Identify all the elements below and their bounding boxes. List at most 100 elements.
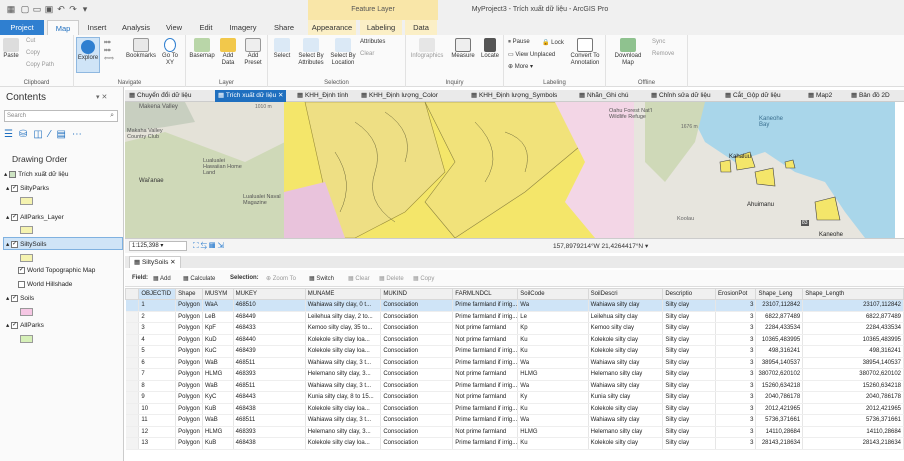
table-cell[interactable]: Consociation [380, 299, 454, 312]
table-cell[interactable]: Silty clay [662, 380, 716, 392]
table-row[interactable]: 9 Polygon KyC 468443 Kunia silty clay, 8 to … [125, 391, 904, 404]
table-cell[interactable]: 11 [138, 414, 177, 427]
contents-search-field[interactable]: Search ⌕ [4, 110, 118, 122]
table-cell[interactable]: 38954,140537 [802, 357, 904, 369]
table-cell[interactable]: 13 [138, 437, 177, 450]
open-icon[interactable]: ▭ [32, 4, 42, 14]
table-cell[interactable]: Consociation [380, 311, 454, 323]
table-cell[interactable]: Polygon [175, 345, 203, 358]
column-header[interactable]: MUSYM [201, 288, 234, 300]
table-cell[interactable]: Consociation [380, 403, 454, 415]
table-cell[interactable]: Polygon [175, 357, 203, 369]
table-cell[interactable]: 1 [138, 299, 177, 312]
table-row[interactable]: 10 Polygon KuB 468438 Kolekole silty clay lo… [125, 403, 904, 415]
zoom-tools-icon[interactable]: ⌗⌗ ⌗⌗ ⇦⇨ [104, 39, 122, 63]
table-cell[interactable]: 28143,218634 [755, 437, 804, 450]
tab-appearance[interactable]: Appearance [308, 20, 356, 35]
table-cell[interactable]: Ku [517, 403, 589, 415]
table-cell[interactable]: Not prime farmland [452, 322, 519, 335]
table-cell[interactable]: 3 [715, 334, 757, 346]
copy-button[interactable]: Copy [26, 50, 40, 56]
table-cell[interactable]: 3 [715, 357, 757, 369]
layer-checkbox[interactable]: ✓ [11, 240, 19, 248]
table-cell[interactable]: KuC [202, 345, 234, 358]
add-field-button[interactable]: ▦ Add [153, 275, 171, 282]
table-cell[interactable]: 2040,786178 [802, 391, 904, 404]
scale-field[interactable]: 1:125,398 ▾ [129, 241, 187, 251]
table-cell[interactable]: Helemano silty clay [588, 368, 664, 381]
table-cell[interactable]: 15260,634218 [755, 380, 804, 392]
table-cell[interactable]: 6 [138, 357, 177, 369]
table-cell[interactable]: Polygon [175, 380, 203, 392]
row-selector[interactable] [125, 334, 140, 346]
table-cell[interactable]: 2012,421965 [802, 403, 904, 415]
table-cell[interactable]: Silty clay [662, 334, 716, 346]
table-cell[interactable]: 14110,28684 [755, 426, 804, 438]
table-cell[interactable]: HLMG [517, 368, 589, 381]
row-selector[interactable] [125, 368, 140, 381]
table-cell[interactable]: Polygon [175, 299, 203, 312]
table-cell[interactable]: Wahiawa silty clay [588, 299, 664, 312]
table-cell[interactable]: Wahiawa silty clay [588, 380, 664, 392]
add-data-button[interactable]: Add Data [217, 38, 239, 67]
table-cell[interactable]: KpF [202, 322, 234, 335]
table-cell[interactable]: 3 [715, 311, 757, 323]
paste-button[interactable]: Paste [2, 38, 20, 60]
table-cell[interactable]: 2012,421965 [755, 403, 804, 415]
table-cell[interactable]: 468440 [233, 334, 306, 346]
layer-checkbox[interactable]: ✓ [11, 184, 19, 192]
table-cell[interactable]: Prime farmland if irrig... [452, 414, 519, 427]
layer-siltysoils[interactable]: ▴ ✓ SiltySoils [6, 240, 46, 248]
zoom-to-button[interactable]: ⊕ Zoom To [266, 275, 296, 282]
table-cell[interactable]: Consociation [380, 426, 454, 438]
table-cell[interactable]: 468449 [233, 311, 306, 323]
table-cell[interactable]: 2040,786178 [755, 391, 804, 404]
table-row[interactable]: 5 Polygon KuC 468439 Kolekole silty clay loa… [125, 345, 904, 358]
map-view[interactable]: Makena Valley Makaha Valley Country Club… [125, 102, 904, 238]
calculate-field-button[interactable]: ▦ Calculate [183, 275, 215, 282]
bookmarks-button[interactable]: Bookmarks [126, 38, 156, 60]
table-cell[interactable]: Polygon [175, 414, 203, 427]
column-header[interactable]: FARMLNDCL [452, 288, 519, 300]
table-cell[interactable]: 6822,877489 [802, 311, 904, 323]
table-cell[interactable]: Not prime farmland [452, 426, 519, 438]
map-tab[interactable]: ▦ Chỉnh sửa dữ liệu [651, 90, 711, 102]
table-cell[interactable]: 468438 [233, 437, 306, 450]
pane-options-icon[interactable]: ▾ ✕ [96, 93, 107, 101]
tab-project[interactable]: Project [0, 20, 44, 35]
customize-icon[interactable]: ▾ [80, 4, 90, 14]
table-cell[interactable]: 23107,112842 [802, 299, 904, 312]
select-by-attributes-button[interactable]: Select By Attributes [295, 38, 327, 67]
table-cell[interactable]: Ky [517, 391, 589, 404]
row-selector[interactable] [125, 311, 140, 323]
table-cell[interactable]: Prime farmland if irrig... [452, 299, 519, 312]
table-cell[interactable]: 498,316241 [802, 345, 904, 358]
table-row[interactable]: 3 Polygon KpF 468433 Kemoo silty clay, 35 to… [125, 322, 904, 335]
table-cell[interactable]: 3 [715, 403, 757, 415]
new-icon[interactable]: ▢ [20, 4, 30, 14]
table-cell[interactable]: Consociation [380, 414, 454, 427]
more-button[interactable]: ⊕ More ▾ [508, 63, 533, 70]
table-cell[interactable]: Prime farmland if irrig... [452, 311, 519, 323]
table-cell[interactable]: WaB [202, 357, 234, 369]
table-cell[interactable]: HLMG [202, 426, 234, 438]
table-cell[interactable]: KuB [202, 437, 234, 450]
table-cell[interactable]: Leilehua silty clay [588, 311, 664, 323]
table-cell[interactable]: 3 [715, 414, 757, 427]
map-tab[interactable]: ▦ Cắt_Gộp dữ liệu [725, 90, 781, 102]
table-row[interactable]: 11 Polygon WaB 468511 Wahiawa silty clay, 3 … [125, 414, 904, 427]
table-cell[interactable]: Silty clay [662, 357, 716, 369]
column-header[interactable]: Descriptio [662, 288, 716, 300]
tab-share[interactable]: Share [268, 20, 300, 35]
table-cell[interactable]: 3 [715, 380, 757, 392]
attribute-table[interactable]: OBJECTID Shape MUSYM MUKEY MUNAME MUKIND… [125, 288, 904, 461]
clear-button[interactable]: ▦ Clear [348, 275, 370, 282]
row-selector[interactable] [125, 357, 140, 369]
pause-button[interactable]: ⏸ Pause [508, 39, 530, 46]
locate-button[interactable]: Locate [478, 38, 502, 60]
map-tab[interactable]: ▦ Bản đồ 2D [851, 90, 890, 102]
table-cell[interactable]: Wa [517, 380, 589, 392]
table-cell[interactable]: WaB [202, 414, 234, 427]
table-cell[interactable]: 9 [138, 391, 177, 404]
table-cell[interactable]: Ku [517, 345, 589, 358]
